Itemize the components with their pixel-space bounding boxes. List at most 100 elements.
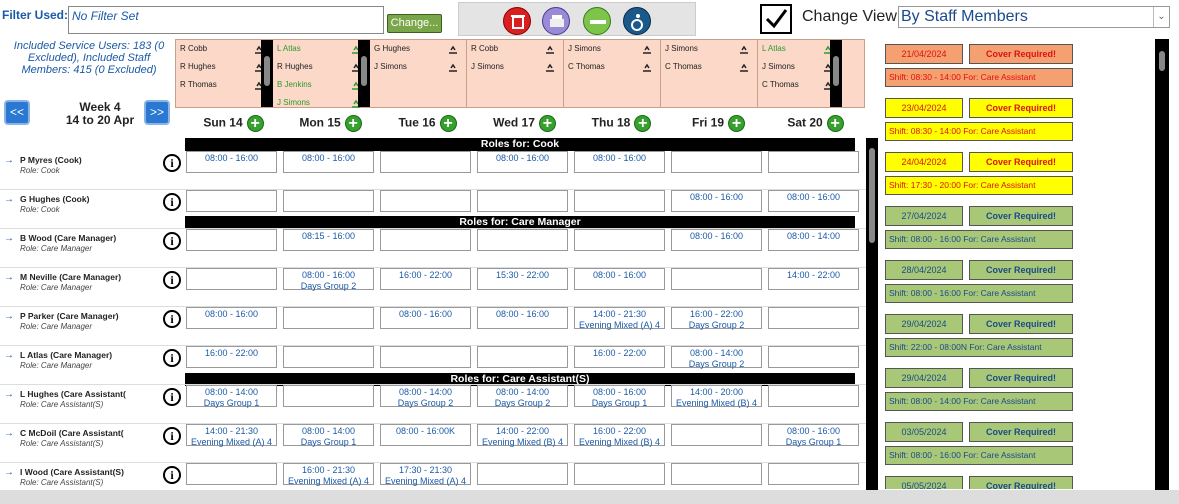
staff-name[interactable]: P Parker (Care Manager) (20, 311, 119, 321)
staff-name[interactable]: L Hughes (Care Assistant( (20, 389, 126, 399)
add-shift-icon[interactable]: + (439, 115, 457, 132)
info-icon[interactable]: i (163, 466, 181, 484)
shift-cell[interactable]: 08:00 - 16:00 (671, 229, 762, 251)
cover-scrollbar[interactable] (1155, 39, 1169, 490)
shift-cell[interactable]: 08:00 - 16:00 (671, 190, 762, 212)
summary-staff[interactable]: R Thomas (176, 76, 272, 94)
shift-cell[interactable] (671, 151, 762, 173)
arrow-right-icon[interactable]: → (4, 155, 14, 166)
shift-cell[interactable]: 16:00 - 21:30 Evening Mixed (A) 4 (283, 463, 374, 486)
info-icon[interactable]: i (163, 349, 181, 367)
staff-name[interactable]: M Neville (Care Manager) (20, 272, 121, 282)
prev-week-button[interactable]: << (4, 100, 30, 125)
shift-cell[interactable]: 08:00 - 16:00 (477, 151, 568, 173)
change-view-select[interactable]: By Staff Members ⌄ (898, 6, 1170, 28)
shift-cell[interactable]: 08:00 - 14:00 Days Group 1 (186, 385, 277, 408)
summary-scrollbar[interactable] (358, 40, 370, 107)
shift-cell[interactable]: 16:00 - 22:00 (380, 268, 471, 290)
add-shift-icon[interactable]: + (826, 115, 844, 132)
shift-cell[interactable]: 15:30 - 22:00 (477, 268, 568, 290)
staff-name[interactable]: I Wood (Care Assistant(S) (20, 467, 124, 477)
shift-cell[interactable] (186, 229, 277, 251)
transfer-icon[interactable] (642, 61, 652, 72)
arrow-right-icon[interactable]: → (4, 389, 14, 400)
shift-cell[interactable] (768, 385, 859, 407)
summary-staff[interactable]: G Hughes (370, 40, 466, 58)
transfer-icon[interactable] (739, 43, 749, 54)
shift-cell[interactable]: 14:00 - 20:00 Evening Mixed (B) 4 (671, 385, 762, 408)
shift-cell[interactable]: 16:00 - 22:00 (574, 346, 665, 368)
change-filter-button[interactable]: Change... (387, 14, 442, 33)
staff-name[interactable]: G Hughes (Cook) (20, 194, 89, 204)
shift-cell[interactable]: 14:00 - 21:30 Evening Mixed (A) 4 (186, 424, 277, 447)
info-icon[interactable]: i (163, 427, 181, 445)
shift-cell[interactable] (380, 190, 471, 212)
summary-staff[interactable]: J Simons (758, 58, 841, 76)
shift-cell[interactable]: 08:00 - 14:00 Days Group 2 (380, 385, 471, 408)
summary-staff[interactable]: J Simons (467, 58, 563, 76)
shift-cell[interactable] (477, 346, 568, 368)
info-icon[interactable]: i (163, 271, 181, 289)
transfer-icon[interactable] (448, 43, 458, 54)
shift-cell[interactable] (186, 268, 277, 290)
summary-scrollbar[interactable] (261, 40, 273, 107)
arrow-right-icon[interactable]: → (4, 233, 14, 244)
shift-cell[interactable] (283, 190, 374, 212)
summary-staff[interactable]: L Atlas (273, 40, 369, 58)
shift-cell[interactable] (186, 190, 277, 212)
shift-cell[interactable] (671, 268, 762, 290)
shift-cell[interactable]: 08:00 - 16:00 Days Group 2 (283, 268, 374, 291)
shift-cell[interactable]: 16:00 - 22:00 Days Group 2 (671, 307, 762, 330)
transfer-icon[interactable] (545, 61, 555, 72)
shift-cell[interactable] (477, 463, 568, 485)
arrow-right-icon[interactable]: → (4, 467, 14, 478)
shift-cell[interactable]: 08:00 - 16:00 (186, 307, 277, 329)
bed-icon[interactable] (583, 7, 611, 35)
shift-cell[interactable]: 08:00 - 16:00 (186, 151, 277, 173)
shift-cell[interactable] (283, 346, 374, 368)
shift-cell[interactable] (477, 190, 568, 212)
shift-cell[interactable] (380, 151, 471, 173)
shift-cell[interactable]: 14:00 - 22:00 Evening Mixed (B) 4 (477, 424, 568, 447)
shift-cell[interactable] (283, 385, 374, 407)
shift-cell[interactable]: 16:00 - 22:00 Evening Mixed (B) 4 (574, 424, 665, 447)
summary-staff[interactable]: C Thomas (564, 58, 660, 76)
shift-cell[interactable] (574, 190, 665, 212)
shift-cell[interactable]: 08:00 - 14:00 Days Group 1 (283, 424, 374, 447)
info-icon[interactable]: i (163, 232, 181, 250)
transfer-icon[interactable] (739, 61, 749, 72)
shift-cell[interactable] (671, 424, 762, 446)
staff-name[interactable]: B Wood (Care Manager) (20, 233, 116, 243)
shift-cell[interactable] (768, 463, 859, 485)
shift-cell[interactable] (380, 229, 471, 251)
summary-staff[interactable]: J Simons (564, 40, 660, 58)
add-shift-icon[interactable]: + (728, 115, 745, 132)
summary-staff[interactable]: R Cobb (467, 40, 563, 58)
info-icon[interactable]: i (163, 154, 181, 172)
arrow-right-icon[interactable]: → (4, 350, 14, 361)
arrow-right-icon[interactable]: → (4, 311, 14, 322)
shift-cell[interactable] (768, 151, 859, 173)
shift-cell[interactable]: 17:30 - 21:30 Evening Mixed (A) 4 (380, 463, 471, 486)
arrow-right-icon[interactable]: → (4, 272, 14, 283)
shift-cell[interactable] (574, 463, 665, 485)
shift-cell[interactable]: 08:15 - 16:00 (283, 229, 374, 251)
staff-name[interactable]: P Myres (Cook) (20, 155, 82, 165)
shift-cell[interactable] (671, 463, 762, 485)
transfer-icon[interactable] (545, 43, 555, 54)
shift-cell[interactable] (186, 463, 277, 485)
shift-cell[interactable]: 08:00 - 16:00K (380, 424, 471, 446)
add-shift-icon[interactable]: + (246, 115, 264, 132)
delete-icon[interactable] (503, 7, 531, 35)
shift-cell[interactable]: 08:00 - 16:00 Days Group 1 (768, 424, 859, 447)
transfer-icon[interactable] (642, 43, 652, 54)
shift-cell[interactable]: 08:00 - 14:00 Days Group 2 (671, 346, 762, 369)
shift-cell[interactable] (283, 307, 374, 329)
shift-cell[interactable]: 08:00 - 16:00 Days Group 1 (574, 385, 665, 408)
checkbox-icon[interactable] (760, 4, 792, 34)
shift-cell[interactable]: 08:00 - 16:00 (574, 268, 665, 290)
add-shift-icon[interactable]: + (538, 115, 556, 132)
shift-cell[interactable]: 08:00 - 16:00 (768, 190, 859, 212)
summary-staff[interactable]: C Thomas (758, 76, 841, 94)
summary-staff[interactable]: J Simons (661, 40, 757, 58)
